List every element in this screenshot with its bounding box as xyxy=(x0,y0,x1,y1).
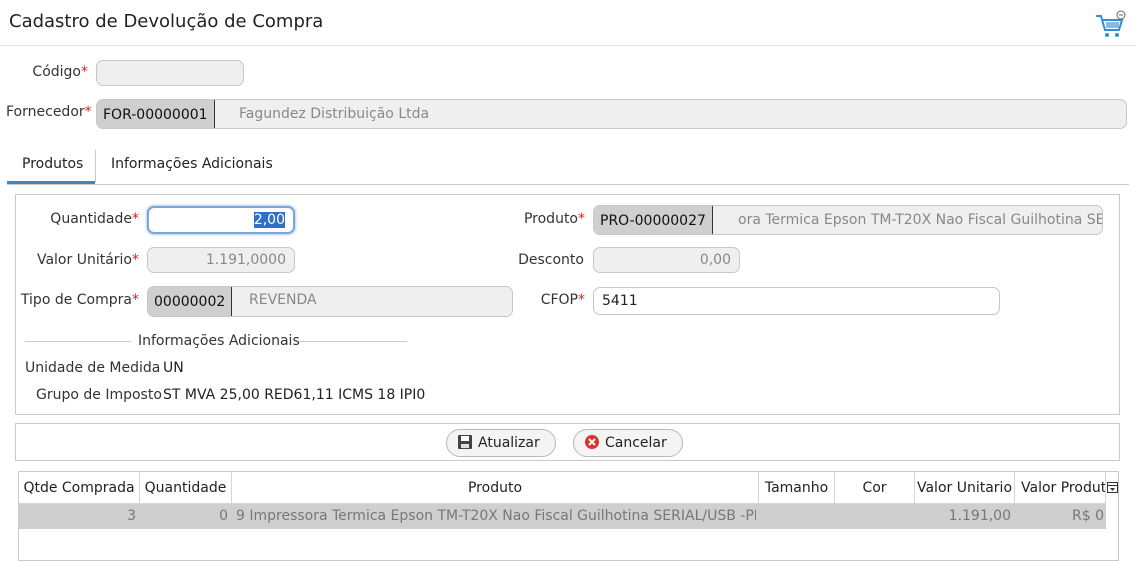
column-header-produto[interactable]: Produto xyxy=(232,472,759,504)
tab-produtos[interactable]: Produtos xyxy=(7,148,95,184)
section-divider-left xyxy=(25,341,131,342)
fornecedor-name: Fagundez Distribuição Ltda xyxy=(239,106,430,122)
cell-produto: 9 Impressora Termica Epson TM-T20X Nao F… xyxy=(236,508,756,524)
tipo-compra-desc: REVENDA xyxy=(249,292,317,308)
tipo-compra-code[interactable]: 00000002 xyxy=(148,287,233,316)
tipo-compra-field[interactable]: 00000002 REVENDA xyxy=(147,286,513,317)
cell-valor-produto: R$ 0 xyxy=(1072,508,1104,524)
unidade-label: Unidade de Medida xyxy=(25,360,161,376)
cell-quantidade: 0 xyxy=(219,508,228,524)
info-section-title: Informações Adicionais xyxy=(138,333,300,349)
produto-code[interactable]: PRO-00000027 xyxy=(594,206,713,234)
cell-qtde-comprada: 3 xyxy=(127,508,136,524)
column-header-cor[interactable]: Cor xyxy=(835,472,915,504)
cfop-label: CFOP* xyxy=(540,292,585,308)
unidade-value: UN xyxy=(163,360,184,376)
column-header-valor-unitario[interactable]: Valor Unitario xyxy=(915,472,1015,504)
produto-label: Produto* xyxy=(523,211,585,227)
fornecedor-code[interactable]: FOR-00000001 xyxy=(97,100,215,128)
produto-field[interactable]: PRO-00000027 ora Termica Epson TM-T20X N… xyxy=(593,205,1103,235)
title-bar: Cadastro de Devolução de Compra xyxy=(0,0,1136,46)
quantidade-input[interactable]: 2,00 xyxy=(147,206,295,234)
table-row[interactable]: 3 0 9 Impressora Termica Epson TM-T20X N… xyxy=(19,504,1106,529)
quantidade-label: Quantidade* xyxy=(50,211,139,227)
column-header-tamanho[interactable]: Tamanho xyxy=(759,472,835,504)
desconto-label: Desconto xyxy=(518,252,584,268)
column-header-quantidade[interactable]: Quantidade xyxy=(140,472,232,504)
column-chooser-icon[interactable] xyxy=(1107,482,1118,493)
column-header-valor-produto[interactable]: Valor Produto xyxy=(1015,472,1106,504)
cell-valor-unitario: 1.191,00 xyxy=(948,508,1011,524)
button-bar: Atualizar Cancelar xyxy=(15,423,1120,461)
cell-cor xyxy=(835,504,915,529)
items-grid: Qtde Comprada Quantidade Produto Tamanho… xyxy=(18,471,1119,561)
tab-bar: Produtos Informações Adicionais xyxy=(7,148,1129,185)
codigo-input[interactable] xyxy=(96,60,244,86)
atualizar-button[interactable]: Atualizar xyxy=(446,429,556,457)
codigo-label: Código* xyxy=(32,64,88,80)
cancel-icon xyxy=(585,435,599,449)
section-divider-right xyxy=(300,341,407,342)
tipo-compra-label: Tipo de Compra* xyxy=(20,292,139,308)
column-header-qtde-comprada[interactable]: Qtde Comprada xyxy=(19,472,140,504)
grupo-imposto-label: Grupo de Imposto xyxy=(36,387,162,403)
fornecedor-field[interactable]: FOR-00000001 Fagundez Distribuição Ltda xyxy=(96,99,1127,129)
desconto-input[interactable]: 0,00 xyxy=(593,247,740,273)
cancelar-button[interactable]: Cancelar xyxy=(573,429,683,457)
grupo-imposto-value: ST MVA 25,00 RED61,11 ICMS 18 IPI0 xyxy=(163,387,426,403)
valor-unitario-label: Valor Unitário* xyxy=(36,252,139,268)
cfop-input[interactable]: 5411 xyxy=(593,287,1000,315)
tab-informacoes-adicionais[interactable]: Informações Adicionais xyxy=(96,148,288,184)
window-title: Cadastro de Devolução de Compra xyxy=(9,11,324,32)
valor-unitario-input[interactable]: 1.191,0000 xyxy=(147,247,295,273)
produto-desc: ora Termica Epson TM-T20X Nao Fiscal Gui… xyxy=(738,212,1103,228)
cart-icon[interactable] xyxy=(1094,10,1126,40)
save-icon xyxy=(458,435,472,449)
fornecedor-label: Fornecedor* xyxy=(6,104,92,120)
cell-tamanho xyxy=(759,504,835,529)
